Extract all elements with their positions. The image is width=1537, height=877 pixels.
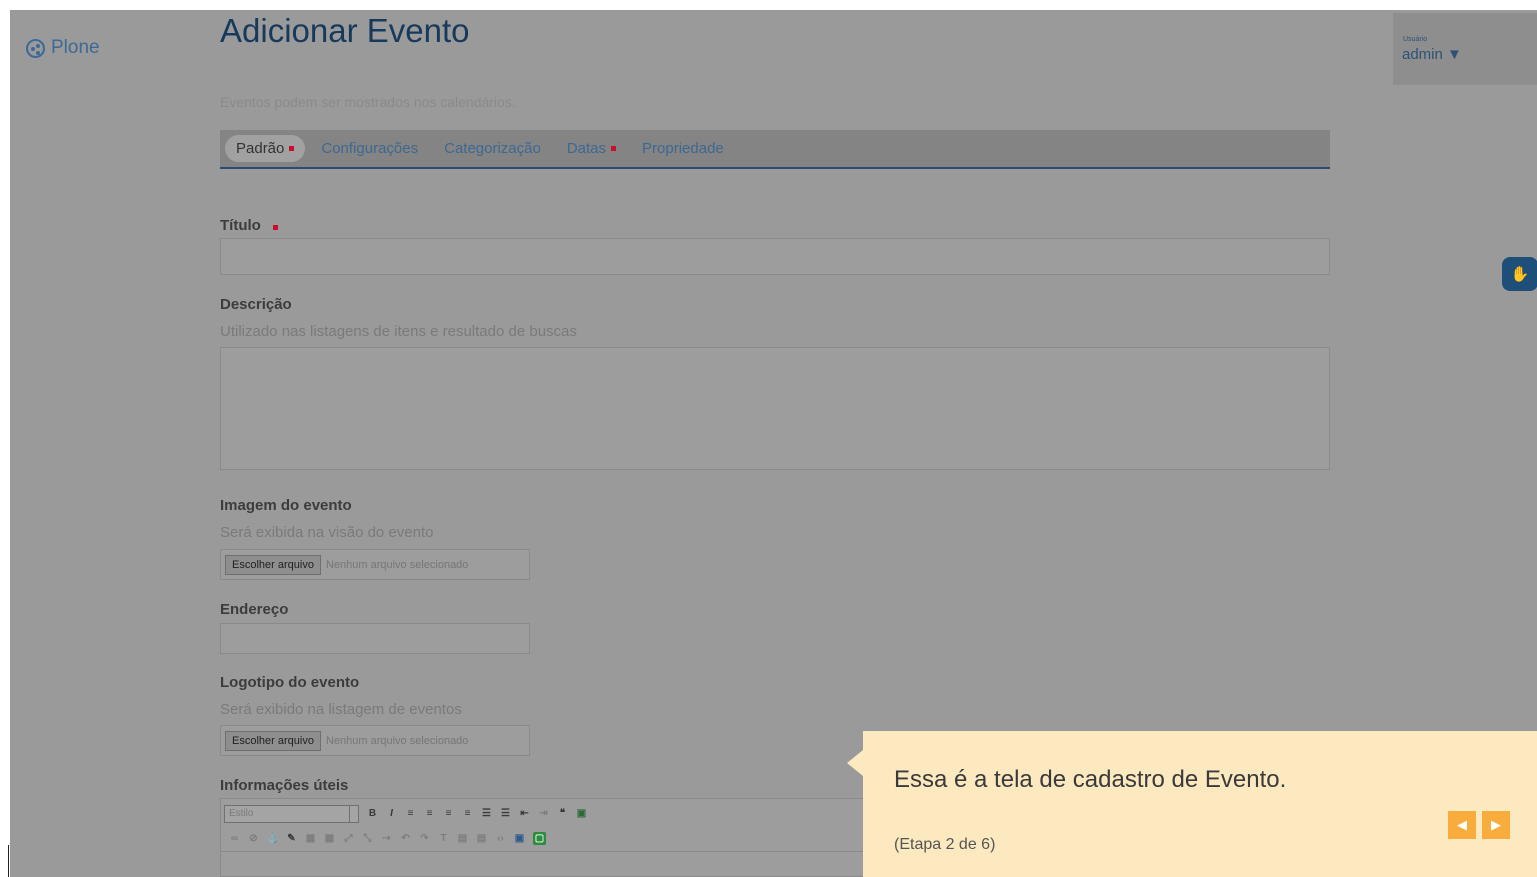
description-help: Utilizado nas listagens de itens e resul… xyxy=(220,323,577,340)
image-file-input: Escolher arquivo Nenhum arquivo selecion… xyxy=(220,549,530,580)
tab-datas[interactable]: Datas xyxy=(566,140,617,157)
rich-text-editor: Estilo B I ≡ ≡ ≡ ≡ ☰ ☰ ⇤ ⇥ ❝ ▣ ∞ ⊘ ⚓ ✎ ▦… xyxy=(220,798,870,877)
image-insert-icon[interactable]: ▣ xyxy=(576,808,587,819)
title-input[interactable] xyxy=(220,238,1330,275)
form-tabs: Padrão Configurações Categorização Datas… xyxy=(220,130,1330,169)
edit-icon[interactable]: ✎ xyxy=(286,833,297,844)
window-edge xyxy=(8,845,9,877)
user-menu[interactable]: Usuário admin ▼ xyxy=(1393,13,1537,85)
align-justify-icon[interactable]: ≡ xyxy=(462,808,473,819)
indent-icon[interactable]: ⇥ xyxy=(538,808,549,819)
link-icon[interactable]: ∞ xyxy=(229,833,240,844)
align-center-icon[interactable]: ≡ xyxy=(424,808,435,819)
unlink-icon[interactable]: ⊘ xyxy=(248,833,259,844)
tab-label: Categorização xyxy=(444,140,541,157)
tab-categorizacao[interactable]: Categorização xyxy=(444,140,541,157)
logo-file-status: Nenhum arquivo selecionado xyxy=(325,734,469,747)
html-source-icon[interactable]: ‹› xyxy=(495,833,506,844)
image-label: Imagem do evento xyxy=(220,497,352,514)
image-help: Será exibida na visão do evento xyxy=(220,524,434,541)
chevron-down-icon xyxy=(349,806,358,822)
title-label: Título xyxy=(220,217,278,234)
choose-image-button[interactable]: Escolher arquivo xyxy=(225,554,321,575)
event-logo-label: Logotipo do evento xyxy=(220,674,360,691)
style-select-value: Estilo xyxy=(229,808,254,819)
editor-body[interactable] xyxy=(221,851,869,877)
tab-label: Propriedade xyxy=(642,140,724,157)
user-name[interactable]: admin ▼ xyxy=(1402,46,1462,63)
merge-cell-icon[interactable]: ▤ xyxy=(476,833,487,844)
table-props-icon[interactable]: ▦ xyxy=(324,833,335,844)
plone-logo-icon xyxy=(26,38,45,58)
tooltip-next-button[interactable]: ▶ xyxy=(1482,811,1510,839)
style-select[interactable]: Estilo xyxy=(224,805,359,823)
insert-col-icon[interactable]: ⇢ xyxy=(381,833,392,844)
fullscreen-icon[interactable]: ▢ xyxy=(533,832,546,845)
editor-toolbar-row-2: ∞ ⊘ ⚓ ✎ ▦ ▦ ⤢ ⤡ ⇢ ↶ ↷ T ▤ ▤ ‹› ▣ ▢ xyxy=(229,832,546,845)
bullet-list-icon[interactable]: ☰ xyxy=(481,808,492,819)
hand-icon[interactable]: ✋ xyxy=(1502,257,1537,291)
useful-info-label: Informações úteis xyxy=(220,777,349,794)
table-icon[interactable]: ▦ xyxy=(305,833,316,844)
address-label: Endereço xyxy=(220,601,289,618)
description-textarea[interactable] xyxy=(220,347,1330,470)
delete-row-icon[interactable]: ⤡ xyxy=(362,833,373,844)
italic-icon[interactable]: I xyxy=(386,808,397,819)
align-left-icon[interactable]: ≡ xyxy=(405,808,416,819)
anchor-icon[interactable]: ⚓ xyxy=(267,833,279,844)
tab-padrao[interactable]: Padrão xyxy=(225,135,306,162)
required-marker xyxy=(289,146,295,151)
tab-label: Padrão xyxy=(236,140,285,157)
blockquote-icon[interactable]: ❝ xyxy=(557,808,568,819)
description-label: Descrição xyxy=(220,296,292,313)
required-marker xyxy=(273,225,278,230)
outdent-icon[interactable]: ⇤ xyxy=(519,808,530,819)
undo-icon[interactable]: ↶ xyxy=(400,833,411,844)
insert-row-icon[interactable]: ⤢ xyxy=(343,833,354,844)
bold-icon[interactable]: B xyxy=(367,808,378,819)
split-cell-icon[interactable]: ▤ xyxy=(457,833,468,844)
clear-format-icon[interactable]: T xyxy=(438,833,449,844)
plone-logo[interactable]: Plone xyxy=(26,37,100,59)
page-description: Eventos podem ser mostrados nos calendár… xyxy=(220,94,516,110)
tab-label: Configurações xyxy=(321,140,419,157)
tooltip-step: (Etapa 2 de 6) xyxy=(894,836,996,853)
choose-logo-button[interactable]: Escolher arquivo xyxy=(225,730,321,751)
required-marker xyxy=(611,146,617,151)
logo-text: Plone xyxy=(51,37,100,58)
address-input[interactable] xyxy=(220,623,530,654)
title-label-text: Título xyxy=(220,217,261,234)
tooltip-prev-button[interactable]: ◀ xyxy=(1448,811,1476,839)
editor-toolbar-row-1: B I ≡ ≡ ≡ ≡ ☰ ☰ ⇤ ⇥ ❝ ▣ xyxy=(367,808,587,819)
tour-tooltip: Essa é a tela de cadastro de Evento. (Et… xyxy=(847,731,1537,877)
media-icon[interactable]: ▣ xyxy=(514,833,525,844)
redo-icon[interactable]: ↷ xyxy=(419,833,430,844)
tab-configuracoes[interactable]: Configurações xyxy=(321,140,418,157)
tab-label: Datas xyxy=(566,140,607,157)
image-file-status: Nenhum arquivo selecionado xyxy=(325,558,469,571)
align-right-icon[interactable]: ≡ xyxy=(443,808,454,819)
event-logo-file-input: Escolher arquivo Nenhum arquivo selecion… xyxy=(220,725,530,756)
numbered-list-icon[interactable]: ☰ xyxy=(500,808,511,819)
user-caption: Usuário xyxy=(1403,36,1428,43)
tooltip-message: Essa é a tela de cadastro de Evento. xyxy=(894,766,1287,793)
event-logo-help: Será exibido na listagem de eventos xyxy=(220,701,462,718)
tab-propriedade[interactable]: Propriedade xyxy=(642,140,724,157)
page-title: Adicionar Evento xyxy=(220,12,470,49)
